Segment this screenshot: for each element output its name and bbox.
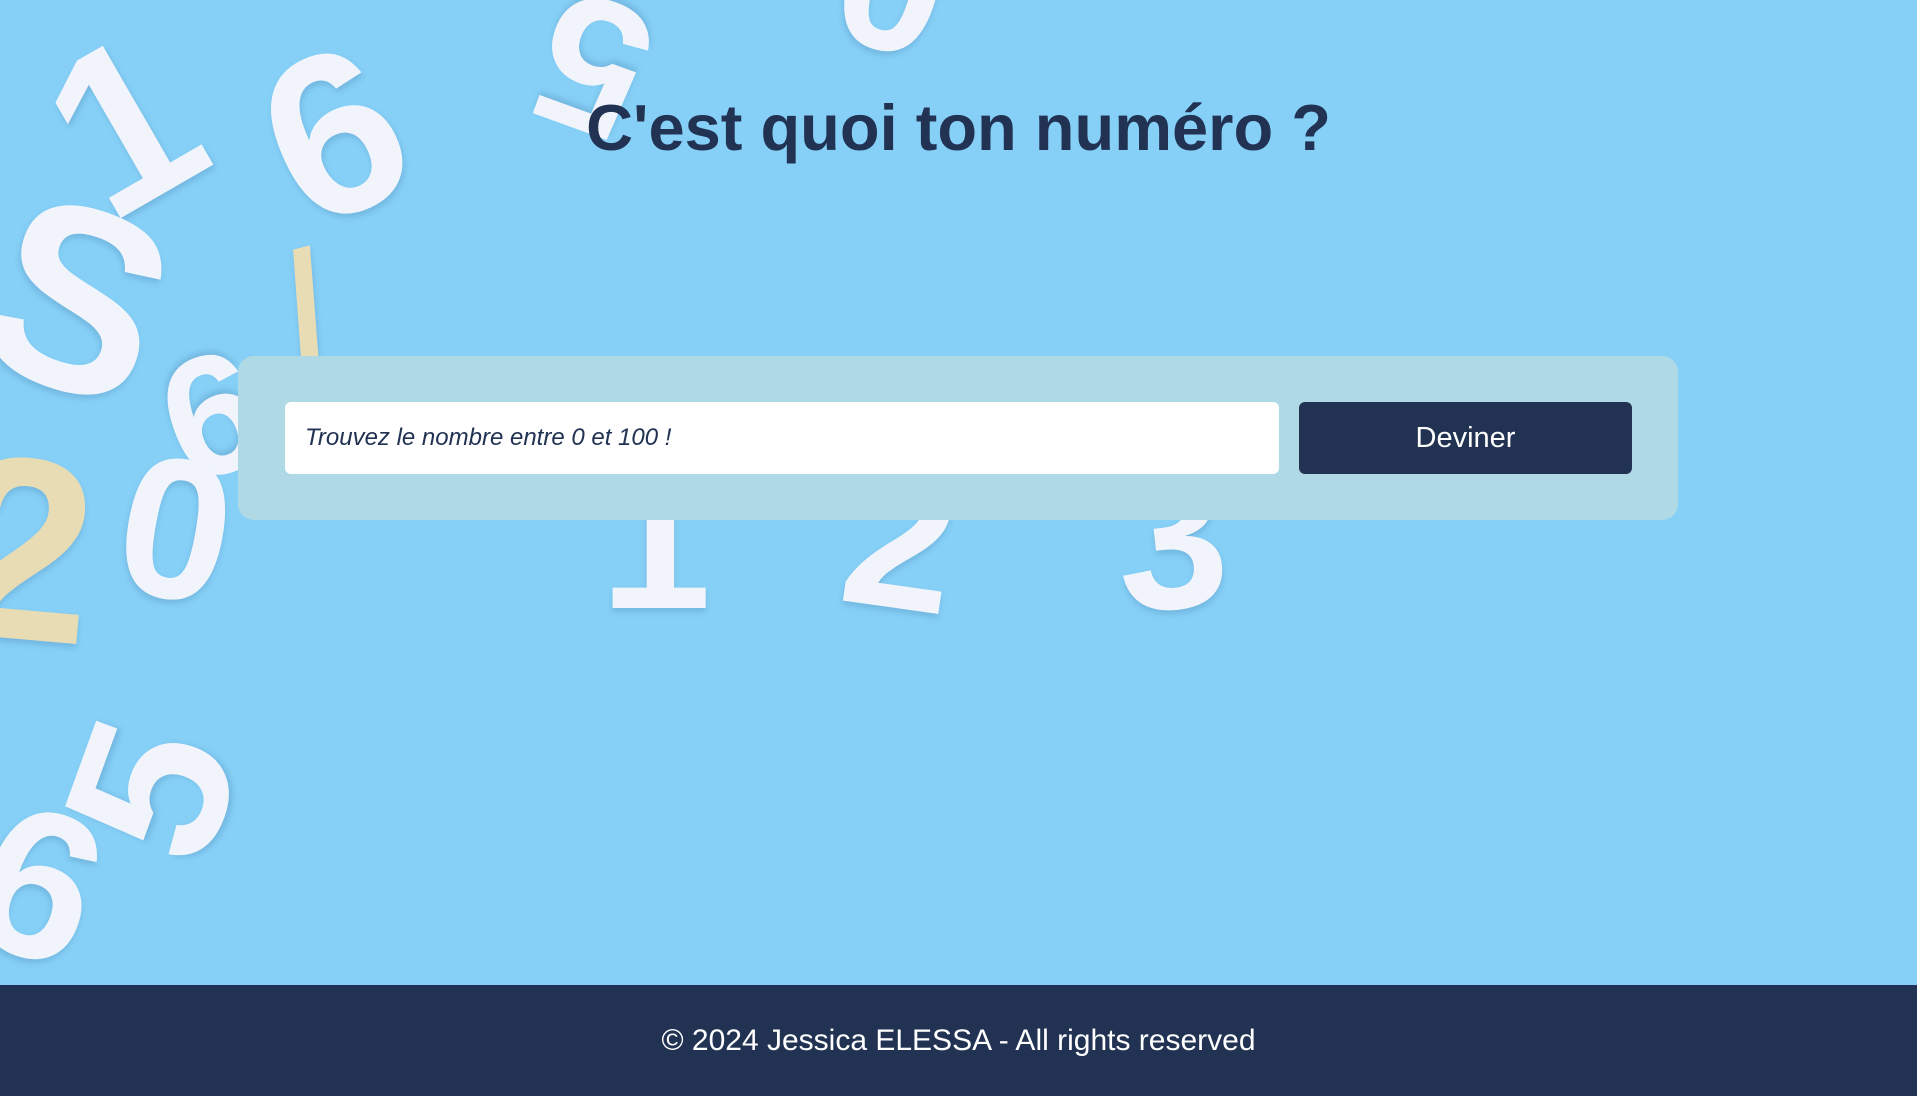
bg-digit-decoration: 0 <box>101 410 250 649</box>
bg-digit-decoration: 0 <box>814 0 971 101</box>
page: 1 S 6 5 0 / 9 0 2 5 6 1 2 3 C'est quoi t… <box>0 0 1917 1096</box>
footer: © 2024 Jessica ELESSA - All rights reser… <box>0 985 1917 1096</box>
bg-digit-decoration: 2 <box>0 399 107 701</box>
guess-panel: Deviner <box>238 356 1678 520</box>
guess-button[interactable]: Deviner <box>1299 402 1632 474</box>
footer-copyright: © 2024 Jessica ELESSA - All rights reser… <box>661 1023 1256 1057</box>
bg-digit-decoration: 6 <box>0 754 134 985</box>
guess-input[interactable] <box>285 402 1279 474</box>
page-title: C'est quoi ton numéro ? <box>586 91 1331 164</box>
